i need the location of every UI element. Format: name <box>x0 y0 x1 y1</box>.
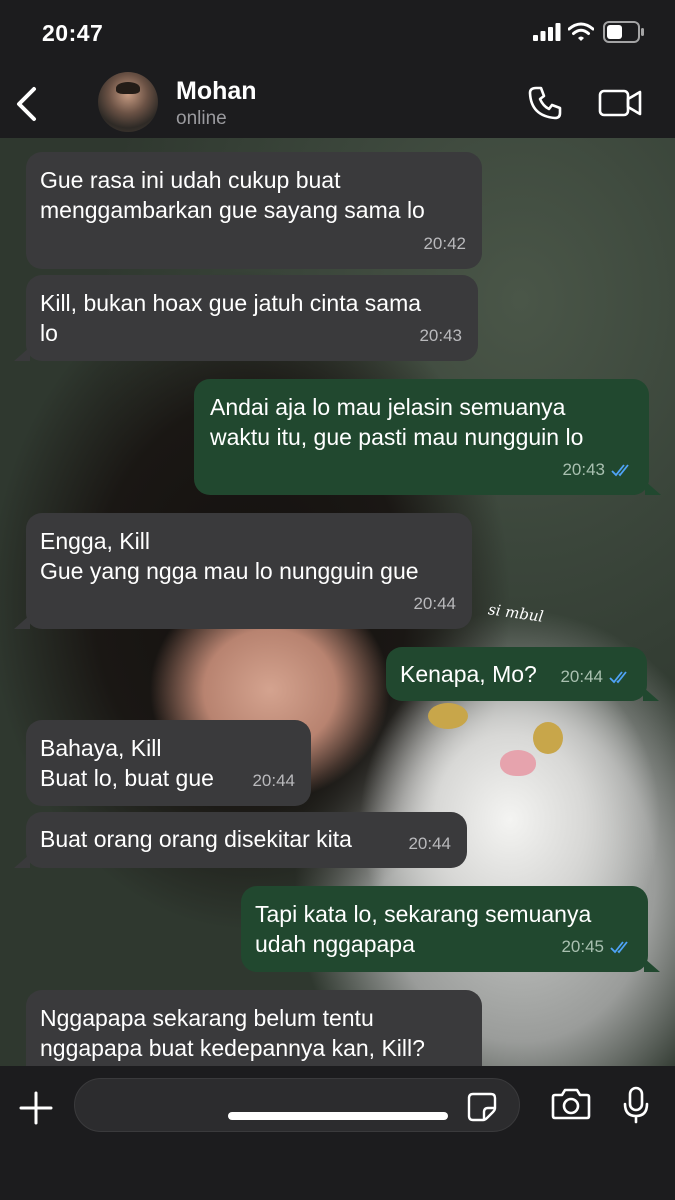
contact-status: online <box>176 108 227 129</box>
home-indicator[interactable] <box>228 1112 448 1120</box>
message-time: 20:42 <box>423 234 466 253</box>
message-time: 20:44 <box>252 771 295 790</box>
signal-icon <box>533 23 561 41</box>
bubble-tail <box>644 958 660 972</box>
message-meta: 20:45 <box>561 932 632 962</box>
message-meta: 20:44 <box>252 766 295 796</box>
chat-header: Mohan online <box>0 66 675 138</box>
composer-bar <box>0 1066 675 1200</box>
message-text: Andai aja lo mau jelasin semuanya waktu … <box>210 394 584 450</box>
message-meta: 20:44 <box>560 662 631 692</box>
microphone-icon[interactable] <box>622 1086 650 1124</box>
message-outgoing[interactable]: Andai aja lo mau jelasin semuanya waktu … <box>194 379 649 495</box>
message-time: 20:45 <box>561 937 604 956</box>
message-meta: 20:44 <box>413 589 456 619</box>
message-incoming[interactable]: Engga, Kill Gue yang ngga mau lo nunggui… <box>26 513 472 629</box>
bubble-tail <box>14 854 30 868</box>
message-text: Buat orang orang disekitar kita <box>40 826 352 852</box>
sticker-icon[interactable] <box>467 1092 497 1122</box>
phone-icon[interactable] <box>527 85 563 121</box>
message-time: 20:43 <box>562 460 605 479</box>
read-receipt-icon <box>611 464 629 477</box>
message-text: Kill, bukan hoax gue jatuh cinta sama lo <box>40 290 422 346</box>
battery-icon <box>603 21 644 43</box>
avatar[interactable] <box>98 72 158 132</box>
video-camera-icon[interactable] <box>598 88 642 118</box>
message-time: 20:44 <box>413 594 456 613</box>
message-incoming[interactable]: Bahaya, Kill Buat lo, buat gue 20:44 <box>26 720 311 806</box>
chevron-left-icon[interactable] <box>14 86 38 122</box>
message-outgoing[interactable]: Tapi kata lo, sekarang semuanya udah ngg… <box>241 886 648 972</box>
read-receipt-icon <box>610 941 628 954</box>
message-text: Engga, Kill Gue yang ngga mau lo nunggui… <box>40 528 419 584</box>
bubble-tail <box>645 481 661 495</box>
status-time: 20:47 <box>42 20 104 46</box>
message-incoming[interactable]: Kill, bukan hoax gue jatuh cinta sama lo… <box>26 275 478 361</box>
wallpaper-cat-nose <box>500 750 536 776</box>
bubble-tail <box>14 615 30 629</box>
camera-icon[interactable] <box>551 1087 591 1121</box>
wifi-icon <box>568 22 594 41</box>
message-time: 20:44 <box>408 834 451 853</box>
message-text: Gue rasa ini udah cukup buat menggambark… <box>40 167 425 223</box>
read-receipt-icon <box>609 671 627 684</box>
message-text: Nggapapa sekarang belum tentu nggapapa b… <box>40 1005 425 1061</box>
status-bar: 20:47 <box>0 0 675 66</box>
message-time: 20:44 <box>560 667 603 686</box>
contact-name[interactable]: Mohan <box>176 77 257 106</box>
wallpaper-cat-eye <box>533 722 563 754</box>
bubble-tail <box>643 687 659 701</box>
message-incoming[interactable]: Gue rasa ini udah cukup buat menggambark… <box>26 152 482 269</box>
bubble-tail <box>14 347 30 361</box>
message-meta: 20:43 <box>562 455 633 485</box>
message-meta: 20:43 <box>419 321 462 351</box>
message-meta: 20:44 <box>408 829 451 859</box>
message-time: 20:43 <box>419 326 462 345</box>
message-meta: 20:42 <box>423 229 466 259</box>
message-outgoing[interactable]: Kenapa, Mo? 20:44 <box>386 647 647 701</box>
wallpaper-cat-eye <box>428 703 468 729</box>
plus-icon[interactable] <box>18 1090 54 1126</box>
message-input[interactable] <box>74 1078 520 1132</box>
message-incoming[interactable]: Buat orang orang disekitar kita 20:44 <box>26 812 467 868</box>
